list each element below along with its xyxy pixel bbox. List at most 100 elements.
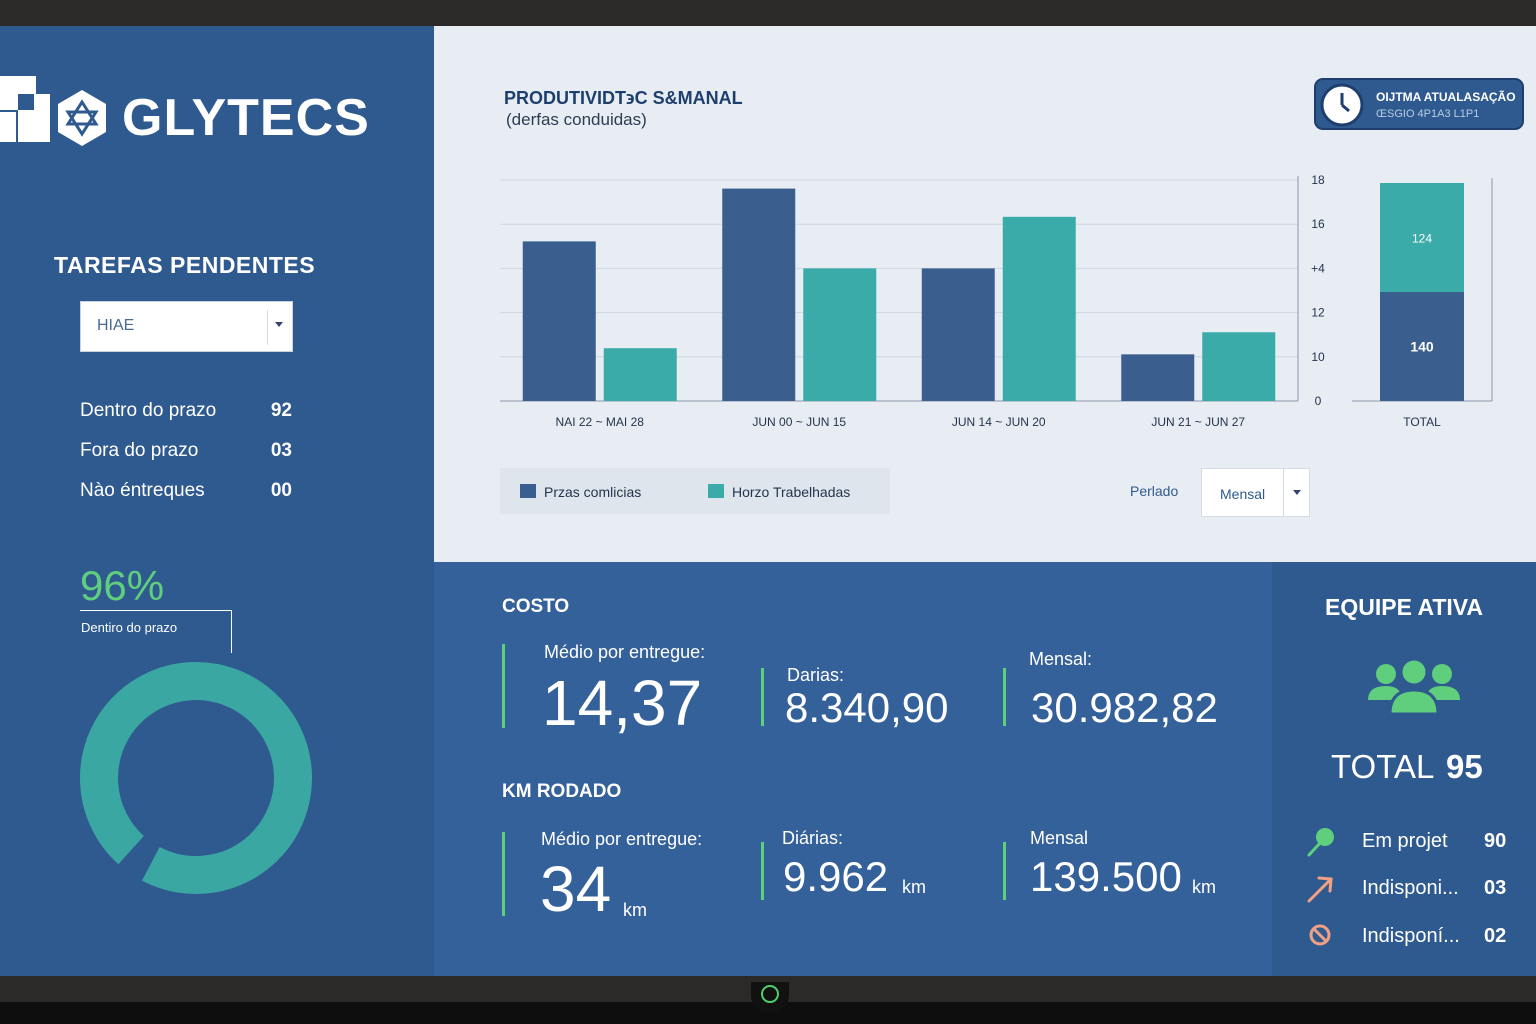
cost-avg-label: Médio por entregue: (544, 642, 706, 662)
power-led-icon (761, 985, 779, 1003)
x-tick-label: JUN 21 ~ JUN 27 (1151, 415, 1245, 429)
cost-daily-value: 8.340,90 (785, 684, 949, 731)
km-avg-unit: km (623, 900, 647, 920)
y-tick-label: +4 (1311, 261, 1325, 275)
on-time-percent: 96% (80, 562, 165, 609)
legend-label: Przas comlicias (544, 484, 642, 500)
stat-value: 92 (270, 400, 292, 421)
stat-value: 03 (270, 440, 292, 461)
x-tick-label: JUN 00 ~ JUN 15 (752, 415, 846, 429)
accent-bar (1003, 842, 1006, 900)
brand-name: GLYTECS (122, 89, 370, 147)
accent-bar (761, 668, 764, 726)
map-pin-icon (1307, 828, 1334, 857)
legend-swatch (708, 484, 724, 498)
km-avg-value: 34 (540, 853, 612, 925)
accent-bar (1003, 668, 1006, 726)
km-monthly-unit: km (1192, 877, 1216, 897)
team-row-value: 03 (1484, 877, 1507, 899)
team-row-label: Em projet (1362, 830, 1448, 852)
stat-label: Fora do prazo (80, 440, 199, 461)
team-row-value: 02 (1484, 925, 1507, 947)
stat-label: Nào éntreques (80, 480, 205, 501)
bar (803, 268, 877, 401)
accent-bar (502, 832, 505, 916)
dropdown-divider (267, 310, 268, 345)
y-tick-label: 10 (1311, 350, 1325, 364)
stat-value: 00 (270, 480, 292, 501)
km-daily-value: 9.962 (783, 853, 889, 900)
total-bottom-label: 140 (1410, 339, 1434, 355)
monitor-bezel-top (0, 0, 1536, 26)
cost-avg-value: 14,37 (542, 667, 703, 739)
weekly-productivity-panel: PRODUTIVIDT϶C S&MANAL (derfas conduidas)… (434, 26, 1536, 562)
team-icon (1368, 658, 1460, 716)
team-row-label: Indisponí... (1362, 925, 1460, 947)
km-monthly-label: Mensal (1030, 828, 1089, 848)
cost-monthly-value: 30.982,82 (1031, 684, 1218, 731)
y-tick-label: 0 (1315, 394, 1322, 408)
chevron-down-icon (275, 322, 283, 327)
stat-label: Dentro do prazo (80, 400, 217, 421)
km-daily-unit: km (902, 877, 926, 897)
y-tick-label: 12 (1311, 306, 1325, 320)
pending-filter-dropdown[interactable]: HIAE (80, 301, 293, 352)
on-time-donut-chart (80, 662, 312, 894)
chevron-down-icon (1293, 490, 1301, 495)
bar (603, 348, 677, 401)
logo: GLYTECS (0, 76, 400, 156)
block-icon (1309, 924, 1331, 946)
team-total-label: TOTAL (1331, 748, 1435, 785)
accent-bar (502, 644, 505, 728)
team-row-label: Indisponi... (1362, 877, 1459, 899)
team-row-unavailable: Indisponi... 03 (1306, 873, 1536, 903)
stat-row-on-time: Dentro do prazo 92 (80, 400, 300, 426)
sidebar: GLYTECS TAREFAS PENDENTES HIAE Dentro do… (0, 26, 434, 976)
monitor-bezel-bottom (0, 976, 1536, 1024)
pending-filter-value: HIAE (97, 317, 135, 334)
team-total-value: 95 (1446, 748, 1483, 785)
legend-label: Horzo Trabelhadas (732, 484, 851, 500)
period-label: Perlado (1130, 483, 1179, 499)
y-tick-label: 16 (1311, 217, 1325, 231)
bar (1002, 216, 1076, 401)
cost-daily-label: Darias: (787, 665, 845, 685)
bar (921, 268, 995, 401)
on-time-percent-label: Dentiro do prazo (81, 620, 178, 635)
cost-title: COSTO (502, 596, 570, 617)
dropdown-divider (1283, 469, 1284, 516)
power-button[interactable] (751, 982, 789, 1012)
arrow-up-right-icon (1307, 876, 1333, 903)
km-title: KM RODADO (502, 781, 622, 802)
x-tick-label: NAI 22 ~ MAI 28 (556, 415, 645, 429)
donut-arc (80, 662, 312, 894)
bar (1121, 354, 1195, 401)
team-row-in-project: Em projet 90 (1306, 826, 1536, 857)
bar (1202, 332, 1276, 401)
km-daily-label: Diárias: (782, 828, 844, 848)
team-title: EQUIPE ATIVA (1325, 594, 1484, 620)
stat-row-not-delivered: Nào éntreques 00 (80, 480, 300, 506)
x-tick-label: JUN 14 ~ JUN 20 (952, 415, 1046, 429)
total-top-label: 124 (1412, 232, 1432, 246)
accent-bar (761, 842, 764, 900)
logo-mark-icon (0, 76, 106, 146)
period-dropdown[interactable]: Mensal (1201, 468, 1310, 517)
weekly-bar-chart: 0 10 12 +4 16 18 NAI 22 ~ MAI 28 JUN 00 ~ JUN 1… (500, 173, 1493, 429)
km-avg-label: Médio por entregue: (541, 829, 703, 849)
y-tick-label: 18 (1311, 173, 1325, 187)
stat-row-late: Fora do prazo 03 (80, 440, 300, 466)
km-monthly-value: 139.500 (1030, 853, 1182, 900)
bar (722, 188, 796, 401)
active-team-panel: EQUIPE ATIVA TOTAL 95 Em projet 90 Indis… (1272, 562, 1536, 976)
pending-tasks-title: TAREFAS PENDENTES (54, 252, 316, 278)
cost-monthly-label: Mensal: (1029, 649, 1093, 669)
metrics-panel: COSTO Médio por entregue: 14,37 Darias: … (434, 562, 1272, 976)
team-row-unavailable-2: Indisponí... 02 (1306, 921, 1536, 951)
legend-swatch (520, 484, 536, 498)
period-value: Mensal (1220, 486, 1266, 502)
chart-legend: Przas comlicias Horzo Trabelhadas (500, 468, 890, 514)
team-row-value: 90 (1484, 830, 1507, 852)
total-x-label: TOTAL (1403, 415, 1441, 429)
bar (522, 241, 596, 401)
